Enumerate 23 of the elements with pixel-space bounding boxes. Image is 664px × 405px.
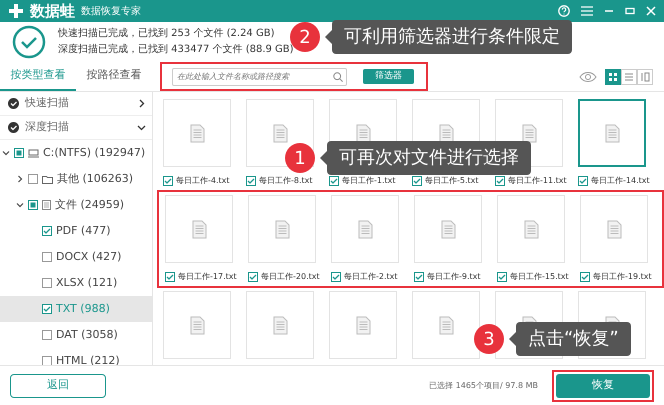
step-tooltip: 可利用筛选器进行条件限定 [325, 20, 572, 54]
scan-summary-text: 快速扫描已完成，已找到 253 个文件 (2.24 GB) [58, 26, 276, 41]
selection-status: 已选择 1465个项目/ 97.8 MB [429, 380, 538, 392]
file-name: 每日工作-9.txt [427, 271, 481, 283]
file-name: 每日工作-4.txt [176, 175, 230, 187]
step-tooltip: 可再次对文件进行选择 [320, 141, 531, 175]
file-name: 每日工作-17.txt [178, 271, 237, 283]
file-name: 每日工作-14.txt [591, 175, 650, 187]
scan-label: 深度扫描 [25, 119, 69, 136]
file-name: 每日工作-15.txt [510, 271, 569, 283]
step-badge-tooltip: 3 [474, 324, 504, 354]
scan-label: 快速扫描 [25, 95, 69, 112]
file-name: 每日工作-20.txt [261, 271, 320, 283]
file-name: 每日工作-1.txt [342, 175, 396, 187]
step-badge-tooltip: 1 [285, 143, 315, 173]
file-name: 每日工作-8.txt [259, 175, 313, 187]
file-name: 每日工作-19.txt [593, 271, 652, 283]
app-name: 数据蛙 [30, 0, 75, 22]
file-name: 每日工作-2.txt [344, 271, 398, 283]
step-tooltip: 点击“恢复” [509, 322, 631, 356]
file-name: 每日工作-5.txt [425, 175, 479, 187]
app-subtitle: 数据恢复专家 [81, 4, 141, 18]
file-name: 每日工作-11.txt [508, 175, 567, 187]
